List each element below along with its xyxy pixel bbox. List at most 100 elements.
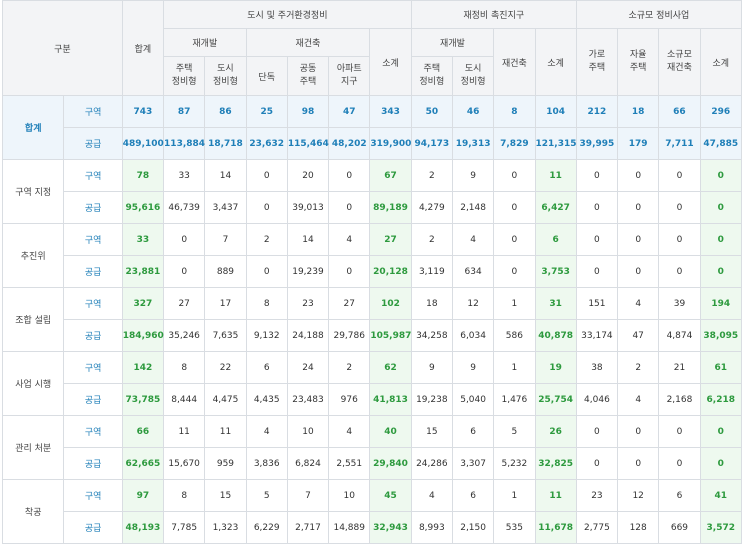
- table-cell-sum: 105,987: [369, 319, 412, 352]
- table-cell: 14: [286, 223, 330, 256]
- table-cell: 4,475: [204, 383, 247, 416]
- table-cell-sum: 32,943: [369, 511, 412, 544]
- table-cell: 66: [658, 95, 701, 128]
- table-cell: 2,150: [451, 511, 495, 544]
- table-cell-sum: 61: [699, 351, 743, 384]
- table-cell: 39: [658, 287, 701, 320]
- table-cell-sum: 6: [534, 223, 577, 256]
- table-row: 공급 23,881 0 889 0 19,239 0 20,128 3,119 634 0 3,753…: [3, 255, 743, 288]
- table-cell: 7,829: [493, 127, 536, 160]
- table-row: 공급 489,100 113,884 18,718 23,632 115,464 48,20…: [2, 127, 743, 160]
- table-cell: 4: [410, 479, 453, 512]
- table-cell: 3,437: [204, 191, 247, 224]
- table-cell: 4: [328, 415, 371, 448]
- table-cell-sum: 26: [534, 415, 577, 448]
- table-cell-sum: 41,813: [369, 383, 412, 416]
- table-cell: 6,824: [286, 447, 330, 480]
- table-cell: 27: [163, 287, 206, 320]
- table-cell-sum: 6,218: [699, 383, 743, 416]
- table-cell: 0: [245, 191, 288, 224]
- table-cell-sum: 62: [369, 351, 412, 384]
- table-cell: 8: [163, 351, 206, 384]
- table-cell-sum: 0: [699, 223, 743, 256]
- table-cell: 4,874: [658, 319, 701, 352]
- table-cell: 0: [617, 159, 660, 192]
- table-cell-sum: 0: [699, 447, 743, 480]
- table-cell-sum: 40,878: [534, 319, 577, 352]
- table-cell-sum: 20,128: [369, 255, 412, 288]
- table-cell: 38: [575, 351, 619, 384]
- table-cell-sum: 6,427: [534, 191, 577, 224]
- header-redev: 재개발: [163, 28, 247, 57]
- sub-label-area: 구역: [63, 159, 123, 192]
- header-gubun: 구분: [2, 0, 123, 96]
- table-row: 공급 73,785 8,444 4,475 4,435 23,483 976 41,813 19…: [3, 383, 743, 416]
- table-cell: 0: [328, 255, 371, 288]
- table-cell-sum: 62,665: [121, 447, 165, 480]
- header-small-auto: 자율 주택: [617, 28, 660, 96]
- table-cell: 15,670: [163, 447, 206, 480]
- table-cell: 15: [410, 415, 453, 448]
- table-cell: 128: [617, 511, 660, 544]
- table-cell: 0: [658, 447, 701, 480]
- table-cell-sum: 3,753: [534, 255, 577, 288]
- table-cell: 179: [617, 127, 660, 160]
- table-cell: 976: [328, 383, 371, 416]
- table-cell: 115,464: [286, 127, 330, 160]
- header-rebuild-single: 단독: [245, 56, 288, 96]
- table-cell: 3,307: [451, 447, 495, 480]
- table-cell: 0: [658, 223, 701, 256]
- table-cell: 25: [245, 95, 288, 128]
- table-cell: 39,013: [286, 191, 330, 224]
- header-small-street: 가로 주택: [575, 28, 619, 96]
- table-cell-sum: 194: [699, 287, 743, 320]
- table-cell: 9: [451, 351, 495, 384]
- table-cell: 8: [163, 479, 206, 512]
- header-rebuild-apt: 아파트 지구: [328, 56, 371, 96]
- table-cell: 11: [163, 415, 206, 448]
- table-cell: 9,132: [245, 319, 288, 352]
- table-cell: 6,034: [451, 319, 495, 352]
- table-cell: 0: [658, 159, 701, 192]
- table-cell: 7,635: [204, 319, 247, 352]
- table-cell: 0: [493, 255, 536, 288]
- header-group-promo: 재정비 촉진지구: [410, 0, 577, 29]
- sub-label-area: 구역: [63, 479, 123, 512]
- table-cell-sum: 38,095: [699, 319, 743, 352]
- redevelopment-status-table: 구분 합계 도시 및 주거환경정비 재정비 촉진지구 소규모 정비사업 재개발 …: [1, 0, 743, 544]
- header-small-subtotal: 소계: [699, 28, 743, 96]
- table-cell: 9: [410, 351, 453, 384]
- table-cell-sum: 489,100: [121, 127, 165, 160]
- header-promo-rebuild: 재건축: [493, 28, 536, 96]
- table-cell-sum: 32,825: [534, 447, 577, 480]
- table-cell: 4: [617, 287, 660, 320]
- table-cell: 23: [575, 479, 619, 512]
- table-cell: 2: [410, 159, 453, 192]
- table-cell-sum: 48,193: [121, 511, 165, 544]
- table-cell: 0: [617, 447, 660, 480]
- table-cell: 0: [245, 255, 288, 288]
- table-body: 합계 구역 743 87 86 25 98 47 343 50 46 8 104 212 18 66 296 공급…: [1, 95, 743, 544]
- table-cell: 0: [575, 191, 619, 224]
- table-cell: 151: [575, 287, 619, 320]
- table-cell: 14: [204, 159, 247, 192]
- table-cell: 19,239: [286, 255, 330, 288]
- table-cell-sum: 73,785: [121, 383, 165, 416]
- table-cell: 0: [493, 191, 536, 224]
- table-cell: 4,279: [410, 191, 453, 224]
- table-cell: 46,739: [163, 191, 206, 224]
- table-cell: 50: [410, 95, 453, 128]
- table-cell: 113,884: [163, 127, 206, 160]
- table-cell: 19,238: [410, 383, 453, 416]
- table-row: 구역 지정 구역 78 33 14 0 20 0 67 2 9 0 11 0 0 0 0: [1, 159, 743, 224]
- table-cell: 2: [328, 351, 371, 384]
- row-label-stage: 착공: [1, 479, 65, 544]
- table-cell: 98: [286, 95, 330, 128]
- table-row: 공급 62,665 15,670 959 3,836 6,824 2,551 29,840 24…: [3, 447, 743, 480]
- table-cell: 12: [617, 479, 660, 512]
- table-cell: 86: [204, 95, 247, 128]
- table-cell: 0: [617, 415, 660, 448]
- table-cell: 17: [204, 287, 247, 320]
- table-cell: 4: [245, 415, 288, 448]
- table-cell: 22: [204, 351, 247, 384]
